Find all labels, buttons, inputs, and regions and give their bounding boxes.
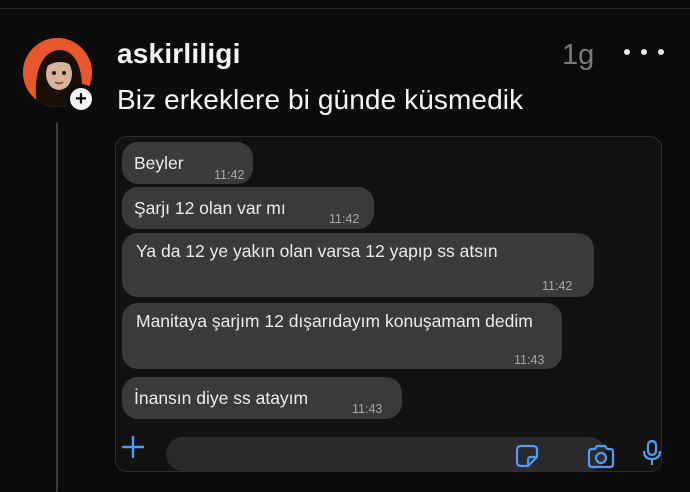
message-text: Şarjı 12 olan var mı	[134, 198, 286, 218]
message-text: Manitaya şarjım 12 dışarıdayım konuşamam…	[136, 311, 533, 331]
chat-bubble: Beyler 11:42	[122, 142, 253, 184]
message-text: Beyler	[134, 153, 184, 173]
follow-button[interactable]: +	[66, 84, 96, 114]
chat-input-bar	[116, 427, 661, 471]
chat-bubble: Ya da 12 ye yakın olan varsa 12 yapıp ss…	[122, 233, 594, 297]
post-image[interactable]: Beyler 11:42 Şarjı 12 olan var mı 11:42 …	[115, 136, 662, 472]
message-time: 11:42	[214, 168, 245, 182]
message-input[interactable]	[166, 437, 606, 471]
message-text: İnansın diye ss atayım	[134, 388, 309, 408]
message-time: 11:43	[352, 402, 383, 416]
sticker-icon[interactable]	[514, 443, 540, 469]
thread-line	[56, 122, 58, 492]
more-icon[interactable]	[624, 40, 664, 64]
username[interactable]: askirliligi	[117, 38, 241, 70]
chat-bubble: İnansın diye ss atayım 11:43	[122, 377, 402, 419]
message-time: 11:42	[542, 279, 573, 293]
chat-bubble: Manitaya şarjım 12 dışarıdayım konuşamam…	[122, 303, 562, 369]
chat-bubble: Şarjı 12 olan var mı 11:42	[122, 187, 374, 229]
more-dot	[624, 49, 630, 55]
more-dot	[658, 49, 664, 55]
microphone-icon[interactable]	[642, 437, 662, 467]
message-time: 11:42	[329, 212, 360, 226]
camera-icon[interactable]	[586, 443, 616, 469]
message-text: Ya da 12 ye yakın olan varsa 12 yapıp ss…	[136, 241, 498, 261]
message-time: 11:43	[514, 353, 545, 367]
post-time: 1g	[562, 39, 595, 71]
top-divider	[0, 8, 690, 9]
follow-plus-icon: +	[70, 88, 92, 110]
post-text: Biz erkeklere bi günde küsmedik	[117, 84, 524, 115]
add-attachment-icon[interactable]	[119, 433, 147, 461]
more-dot	[641, 49, 647, 55]
